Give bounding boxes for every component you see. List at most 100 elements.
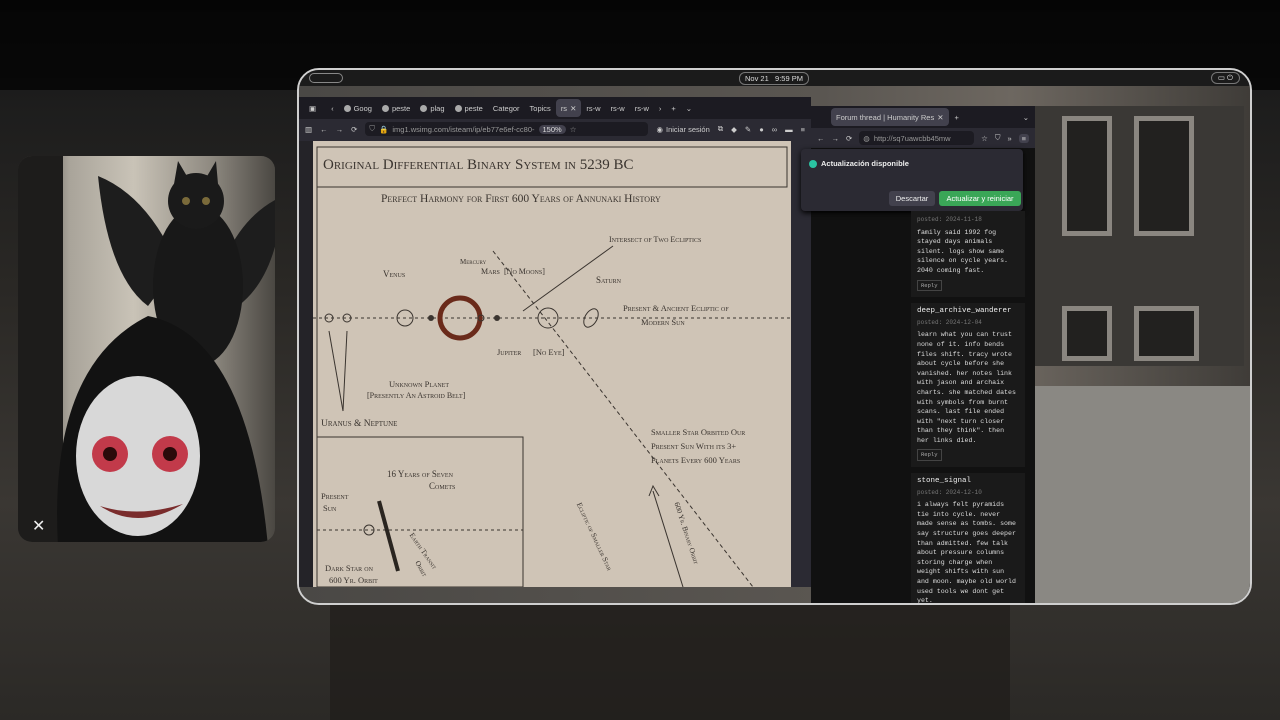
nav-bar-right: ← → ⟳ ◍ http://sq7uawcbb45mw ☆ ⛉ » ≡	[811, 128, 1035, 148]
new-tab-icon[interactable]: +	[666, 99, 680, 117]
post-date: posted: 2024-12-04	[917, 318, 982, 326]
sidebar-toggle-icon[interactable]: ▣	[299, 99, 326, 117]
sidebar-icon[interactable]: ▥	[305, 125, 312, 134]
url-text: http://sq7uawcbb45mw	[873, 133, 951, 143]
tab-label: rs-w	[610, 103, 625, 113]
tab-scroll-right-icon[interactable]: ›	[654, 99, 667, 117]
folder-icon[interactable]: ▬	[785, 125, 793, 134]
label-intersect: Intersect of Two Ecliptics	[609, 235, 702, 244]
cookie-icon[interactable]: ●	[759, 125, 764, 134]
clock[interactable]: Nov 21 9:59 PM	[739, 72, 809, 85]
tab-1[interactable]: peste	[377, 99, 415, 117]
diagram-subtitle: Perfect Harmony for First 600 Years of A…	[381, 193, 661, 205]
account-icon: ◉	[656, 124, 663, 134]
address-bar-right[interactable]: ◍ http://sq7uawcbb45mw	[859, 131, 975, 145]
masked-person	[57, 316, 268, 542]
tab-label: peste	[391, 103, 411, 113]
back-icon[interactable]: ←	[817, 134, 825, 143]
post-username[interactable]: deep_archive_wanderer	[917, 307, 1019, 317]
update-restart-button[interactable]: Actualizar y reiniciar	[939, 191, 1021, 206]
tab-9[interactable]: rs-w	[630, 99, 654, 117]
label-ecliptic-2: Modern Sun	[641, 317, 685, 327]
building-window	[1134, 306, 1199, 361]
shield-icon: ⛉	[369, 124, 376, 133]
label-seven-comets-1: 16 Years of Seven	[387, 469, 453, 479]
bookmark-star-icon[interactable]: ☆	[981, 134, 988, 143]
tab-5[interactable]: Topics	[525, 99, 556, 117]
system-tray[interactable]: ▭ ⏻	[1210, 72, 1240, 84]
addon-icon[interactable]: ◆	[731, 125, 737, 134]
workspace-indicator[interactable]	[309, 73, 343, 83]
tab-2[interactable]: plag	[415, 99, 449, 117]
close-tab-icon[interactable]: ✕	[570, 104, 576, 113]
tab-label: rs	[560, 103, 568, 113]
post-text: i always felt pyramids tie into cycle. n…	[917, 501, 1016, 605]
glasses-icon[interactable]: ∞	[772, 125, 777, 134]
bookmark-star-icon[interactable]: ☆	[570, 125, 577, 134]
overflow-icon[interactable]: »	[1007, 134, 1011, 143]
reply-button[interactable]: Reply	[917, 449, 942, 462]
tab-3[interactable]: peste	[450, 99, 488, 117]
extensions-icon[interactable]: ⧉	[718, 124, 723, 134]
tab-label: Goog	[353, 103, 372, 113]
favicon-icon	[343, 104, 351, 112]
forum-post: posted: 2024-11-18 family said 1992 fog …	[911, 211, 1025, 298]
close-tab-icon[interactable]: ✕	[937, 113, 943, 122]
forward-icon[interactable]: →	[336, 125, 344, 134]
update-icon	[809, 159, 817, 168]
zoom-badge[interactable]: 150%	[538, 124, 566, 134]
login-button[interactable]: ◉ Iniciar sesión	[656, 125, 709, 134]
url-text: img1.wsimg.com/isteam/ip/eb77e6ef-cc80-	[392, 124, 535, 134]
reply-button[interactable]: Reply	[917, 279, 942, 292]
tab-scroll-left-icon[interactable]: ‹	[326, 99, 339, 117]
favicon-icon	[381, 104, 389, 112]
back-icon[interactable]: ←	[320, 125, 328, 134]
label-present-sun-2: Sun	[323, 503, 337, 513]
street-photo	[1034, 386, 1250, 603]
forward-icon[interactable]: →	[832, 134, 840, 143]
tab-7[interactable]: rs-w	[581, 99, 605, 117]
tab-list-icon[interactable]: ⌄	[1023, 113, 1029, 122]
reload-icon[interactable]: ⟳	[351, 125, 357, 134]
close-icon[interactable]: ✕	[32, 516, 45, 536]
post-username[interactable]: stone_signal	[917, 477, 1019, 487]
building-window	[1062, 306, 1112, 361]
pen-icon[interactable]: ✎	[745, 125, 751, 134]
address-bar[interactable]: ⛉ 🔒 img1.wsimg.com/isteam/ip/eb77e6ef-cc…	[365, 122, 649, 136]
tab-label: plag	[430, 103, 445, 113]
label-venus: Venus	[383, 269, 406, 279]
screen-share-window: Nov 21 9:59 PM ▭ ⏻ ▣ ‹ Goog peste plag p…	[297, 68, 1252, 605]
label-unknown-planet-note: [Presently An Astroid Belt]	[367, 391, 466, 400]
favicon-icon	[454, 104, 462, 112]
reload-icon[interactable]: ⟳	[846, 134, 852, 143]
security-icon[interactable]: ⛉	[995, 133, 1001, 143]
popup-title-text: Actualización disponible	[821, 159, 909, 168]
tab-6-active[interactable]: rs ✕	[555, 99, 582, 117]
menu-icon[interactable]: ≡	[801, 125, 805, 134]
new-tab-icon[interactable]: +	[955, 113, 959, 122]
building-photo	[1034, 106, 1244, 366]
tab-list-icon[interactable]: ⌄	[681, 99, 697, 117]
menu-icon[interactable]: ≡	[1018, 133, 1029, 143]
popup-title: Actualización disponible	[809, 159, 909, 168]
tab-label: rs-w	[634, 103, 649, 113]
label-mercury: Mercury	[460, 258, 487, 266]
label-smaller-star-2: Present Sun With its 3+	[651, 441, 737, 451]
tab-0[interactable]: Goog	[339, 99, 377, 117]
post-date: posted: 2024-11-18	[917, 216, 982, 223]
post-date: posted: 2024-12-10	[917, 488, 982, 496]
system-topbar: Nov 21 9:59 PM ▭ ⏻	[299, 70, 1250, 86]
post-text: family said 1992 fog stayed days animals…	[917, 228, 1009, 274]
tab-8[interactable]: rs-w	[606, 99, 630, 117]
tab-label: Categor	[492, 103, 520, 113]
tab-forum-thread[interactable]: Forum thread | Humanity Res ✕	[831, 108, 949, 126]
dismiss-button[interactable]: Descartar	[889, 191, 935, 206]
label-saturn: Saturn	[596, 275, 622, 285]
tab-4[interactable]: Categor	[488, 99, 525, 117]
building-window	[1062, 116, 1112, 236]
diagram-title: Original Differential Binary System in 5…	[323, 157, 634, 173]
building-window	[1134, 116, 1194, 236]
login-label: Iniciar sesión	[666, 124, 710, 134]
tab-label: peste	[464, 103, 483, 113]
favicon-icon	[420, 104, 428, 112]
